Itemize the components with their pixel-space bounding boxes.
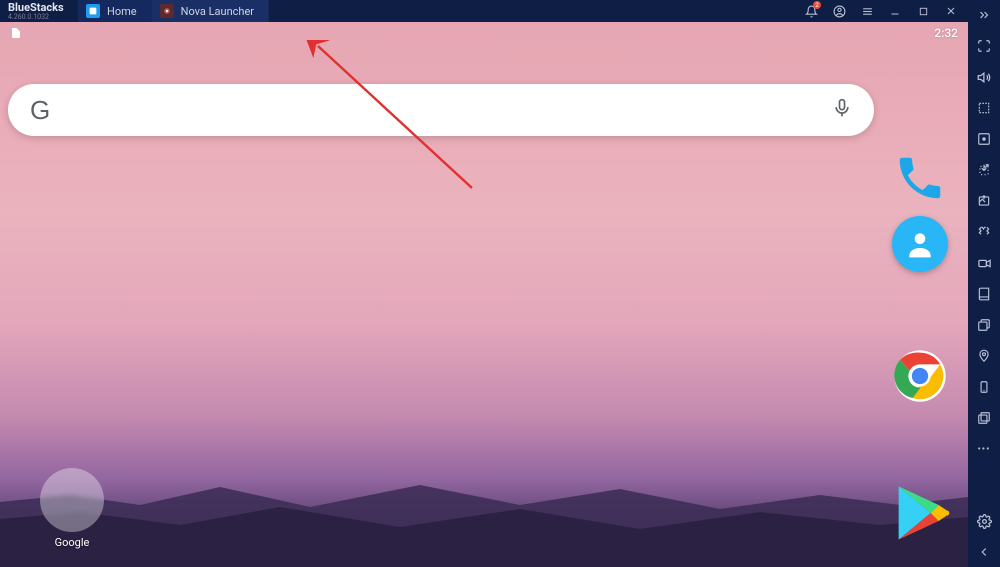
google-folder[interactable]: Google [40,468,104,549]
minimize-button[interactable] [888,4,902,18]
window-controls: 2 [794,4,968,18]
app-logo: BlueStacks 4.260.0.1032 [0,2,78,21]
nova-app-icon [160,4,174,18]
notifications-button[interactable]: 2 [804,4,818,18]
tab-label: Home [107,5,137,18]
maximize-button[interactable] [916,4,930,18]
titlebar: BlueStacks 4.260.0.1032 Home Nova Launch… [0,0,968,22]
back-button[interactable] [975,543,993,561]
menu-button[interactable] [860,4,874,18]
google-search-bar[interactable]: G [8,84,874,136]
folder-label: Google [55,536,90,549]
file-icon [10,26,22,40]
home-screen[interactable]: 2:32 G [0,22,968,567]
keymap-button[interactable] [975,99,993,117]
status-time: 2:32 [934,26,958,40]
folder-icon [40,468,104,532]
lock-cursor-button[interactable] [975,130,993,148]
tab-nova-launcher[interactable]: Nova Launcher [152,0,269,22]
collapse-sidebar-button[interactable] [975,6,993,24]
settings-button[interactable] [975,512,993,530]
close-button[interactable] [944,4,958,18]
phone-app[interactable] [892,150,948,206]
tab-label: Nova Launcher [181,5,254,18]
fullscreen-button[interactable] [975,37,993,55]
sidebar-toolbar: ••• [968,0,1000,567]
google-logo-icon: G [30,95,50,126]
notification-badge: 2 [813,1,821,9]
app-version: 4.260.0.1032 [8,14,64,21]
account-button[interactable] [832,4,846,18]
tabs: Home Nova Launcher [78,0,794,22]
screenshot-button[interactable] [975,192,993,210]
volume-button[interactable] [975,68,993,86]
status-bar: 2:32 [10,26,958,40]
chrome-app[interactable] [892,348,948,404]
macro-button[interactable] [975,285,993,303]
mic-icon[interactable] [832,97,852,123]
wallpaper-mountains [0,447,968,567]
play-store-app[interactable] [886,479,954,547]
multi-instance-button[interactable] [975,316,993,334]
media-folder-button[interactable] [975,409,993,427]
tab-home[interactable]: Home [78,0,152,22]
shake-button[interactable] [975,223,993,241]
app-name: BlueStacks [8,2,64,13]
install-apk-button[interactable] [975,161,993,179]
record-button[interactable] [975,254,993,272]
home-app-icon [86,4,100,18]
location-button[interactable] [975,347,993,365]
more-button[interactable]: ••• [975,440,993,458]
rotate-button[interactable] [975,378,993,396]
contacts-app[interactable] [892,216,948,272]
